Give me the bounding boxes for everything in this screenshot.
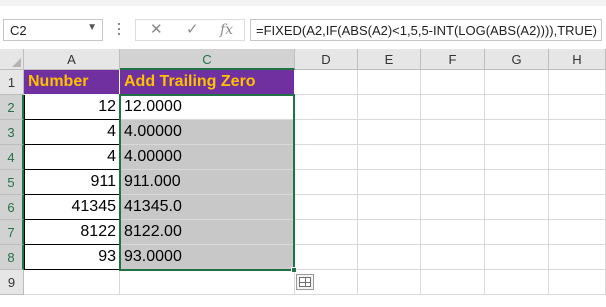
cell-e7[interactable] bbox=[358, 220, 421, 245]
fill-handle[interactable] bbox=[291, 267, 297, 273]
column-header-f[interactable]: F bbox=[421, 49, 485, 70]
cell-c8[interactable]: 93.0000 bbox=[120, 245, 295, 270]
insert-function-icon[interactable]: fx bbox=[220, 21, 233, 39]
cell-f6[interactable] bbox=[421, 195, 485, 220]
cell-g4[interactable] bbox=[485, 145, 549, 170]
row-header-5[interactable]: 5 bbox=[0, 170, 24, 195]
cell-g8[interactable] bbox=[485, 245, 549, 270]
name-box[interactable]: C2 ▼ bbox=[3, 19, 103, 41]
cell-f8[interactable] bbox=[421, 245, 485, 270]
cell-g7[interactable] bbox=[485, 220, 549, 245]
cancel-icon[interactable]: ✕ bbox=[150, 21, 163, 39]
cell-c2[interactable]: 12.0000 bbox=[120, 95, 295, 120]
worksheet-grid: A C D E F G H 1 2 3 4 5 6 7 8 9 Number A… bbox=[0, 49, 606, 307]
cell-g1[interactable] bbox=[485, 70, 549, 95]
cell-g5[interactable] bbox=[485, 170, 549, 195]
cell-h5[interactable] bbox=[549, 170, 606, 195]
cell-c7[interactable]: 8122.00 bbox=[120, 220, 295, 245]
row-header-9[interactable]: 9 bbox=[0, 270, 24, 295]
column-header-a[interactable]: A bbox=[24, 49, 120, 70]
cell-c4[interactable]: 4.00000 bbox=[120, 145, 295, 170]
cell-a3[interactable]: 4 bbox=[24, 120, 120, 145]
row-header-8[interactable]: 8 bbox=[0, 245, 24, 270]
cell-d2[interactable] bbox=[295, 95, 358, 120]
cell-c9[interactable] bbox=[120, 270, 295, 295]
cell-d7[interactable] bbox=[295, 220, 358, 245]
column-header-g[interactable]: G bbox=[485, 49, 549, 70]
cell-d4[interactable] bbox=[295, 145, 358, 170]
cell-h7[interactable] bbox=[549, 220, 606, 245]
formula-bar-area: C2 ▼ ✕ ✓ fx =FIXED(A2,IF(ABS(A2)<1,5,5-I… bbox=[0, 6, 606, 48]
formula-input[interactable]: =FIXED(A2,IF(ABS(A2)<1,5,5-INT(LOG(ABS(A… bbox=[250, 19, 602, 41]
cell-g6[interactable] bbox=[485, 195, 549, 220]
cell-e6[interactable] bbox=[358, 195, 421, 220]
column-header-d[interactable]: D bbox=[295, 49, 358, 70]
cell-f4[interactable] bbox=[421, 145, 485, 170]
cell-a5[interactable]: 911 bbox=[24, 170, 120, 195]
cell-d5[interactable] bbox=[295, 170, 358, 195]
cell-g2[interactable] bbox=[485, 95, 549, 120]
enter-icon[interactable]: ✓ bbox=[186, 21, 199, 39]
cell-h8[interactable] bbox=[549, 245, 606, 270]
cell-e2[interactable] bbox=[358, 95, 421, 120]
cell-d3[interactable] bbox=[295, 120, 358, 145]
cell-a1[interactable]: Number bbox=[24, 70, 120, 95]
cell-c1[interactable]: Add Trailing Zero bbox=[120, 70, 295, 95]
select-all-button[interactable] bbox=[0, 49, 24, 70]
row-header-4[interactable]: 4 bbox=[0, 145, 24, 170]
chevron-down-icon[interactable]: ▼ bbox=[87, 22, 97, 33]
cell-c5[interactable]: 911.000 bbox=[120, 170, 295, 195]
cell-c6[interactable]: 41345.0 bbox=[120, 195, 295, 220]
cell-g3[interactable] bbox=[485, 120, 549, 145]
cell-a8[interactable]: 93 bbox=[24, 245, 120, 270]
cell-e9[interactable] bbox=[358, 270, 421, 295]
cell-e3[interactable] bbox=[358, 120, 421, 145]
cell-f5[interactable] bbox=[421, 170, 485, 195]
quick-analysis-icon bbox=[299, 277, 311, 287]
row-header-2[interactable]: 2 bbox=[0, 95, 24, 120]
cell-a4[interactable]: 4 bbox=[24, 145, 120, 170]
column-header-c[interactable]: C bbox=[120, 49, 295, 70]
cell-e8[interactable] bbox=[358, 245, 421, 270]
row-header-6[interactable]: 6 bbox=[0, 195, 24, 220]
row-header-3[interactable]: 3 bbox=[0, 120, 24, 145]
name-box-value: C2 bbox=[10, 23, 27, 38]
cell-a6[interactable]: 41345 bbox=[24, 195, 120, 220]
cell-f3[interactable] bbox=[421, 120, 485, 145]
cell-a9[interactable] bbox=[24, 270, 120, 295]
quick-analysis-button[interactable] bbox=[296, 274, 314, 290]
cell-f2[interactable] bbox=[421, 95, 485, 120]
cell-c3[interactable]: 4.00000 bbox=[120, 120, 295, 145]
cell-h6[interactable] bbox=[549, 195, 606, 220]
cell-d6[interactable] bbox=[295, 195, 358, 220]
cell-f7[interactable] bbox=[421, 220, 485, 245]
grip-icon[interactable] bbox=[117, 21, 121, 39]
cell-a2[interactable]: 12 bbox=[24, 95, 120, 120]
cell-e4[interactable] bbox=[358, 145, 421, 170]
cell-h9[interactable] bbox=[549, 270, 606, 295]
cell-h4[interactable] bbox=[549, 145, 606, 170]
cell-h3[interactable] bbox=[549, 120, 606, 145]
formula-buttons: ✕ ✓ fx bbox=[135, 19, 245, 41]
row-header-7[interactable]: 7 bbox=[0, 220, 24, 245]
cell-e5[interactable] bbox=[358, 170, 421, 195]
row-header-1[interactable]: 1 bbox=[0, 70, 24, 95]
cell-f1[interactable] bbox=[421, 70, 485, 95]
cell-h1[interactable] bbox=[549, 70, 606, 95]
cell-g9[interactable] bbox=[485, 270, 549, 295]
formula-text: =FIXED(A2,IF(ABS(A2)<1,5,5-INT(LOG(ABS(A… bbox=[256, 23, 597, 38]
cell-d8[interactable] bbox=[295, 245, 358, 270]
column-header-e[interactable]: E bbox=[358, 49, 421, 70]
cell-a7[interactable]: 8122 bbox=[24, 220, 120, 245]
cell-d1[interactable] bbox=[295, 70, 358, 95]
cell-f9[interactable] bbox=[421, 270, 485, 295]
column-header-h[interactable]: H bbox=[549, 49, 606, 70]
cell-h2[interactable] bbox=[549, 95, 606, 120]
cell-e1[interactable] bbox=[358, 70, 421, 95]
